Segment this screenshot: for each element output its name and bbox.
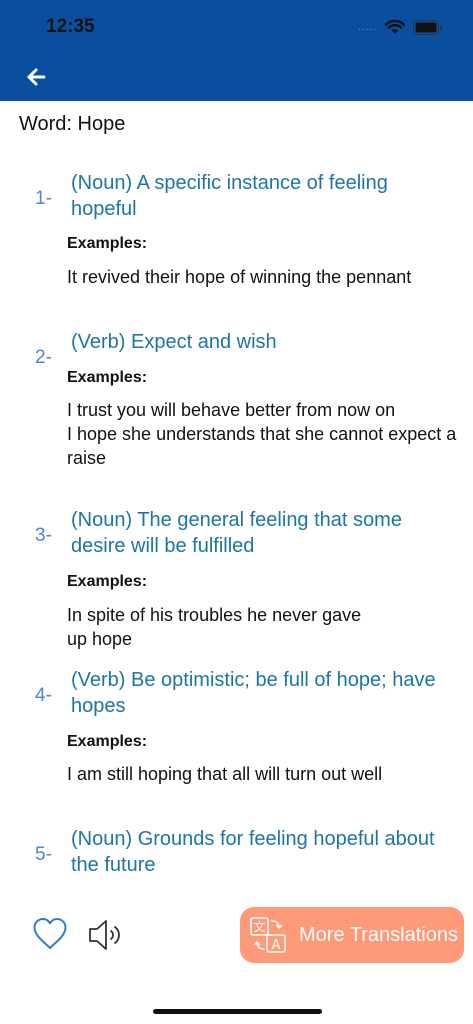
examples-label: Examples: <box>67 235 148 252</box>
speaker-icon[interactable] <box>86 916 126 954</box>
entry-number: 2- <box>35 347 52 368</box>
entry-number: 4- <box>35 685 52 706</box>
status-time: 12:35 <box>46 16 95 37</box>
entry-number: 5- <box>35 844 52 865</box>
more-translations-label: More Translations <box>299 923 458 946</box>
wifi-icon <box>385 19 405 34</box>
heart-icon[interactable] <box>31 915 69 953</box>
examples-label: Examples: <box>67 733 148 750</box>
home-indicator <box>153 1009 322 1014</box>
word-title: Word: Hope <box>19 113 126 135</box>
svg-text:文: 文 <box>253 919 265 934</box>
entry-number: 3- <box>35 525 52 546</box>
translate-icon: 文 A <box>250 917 286 953</box>
examples-label: Examples: <box>67 573 148 590</box>
entry-definition: (Noun) Grounds for feeling hopeful about… <box>71 828 435 876</box>
signal-icon: ..... <box>358 21 377 33</box>
more-translations-button[interactable]: 文 A More Translations <box>240 907 464 963</box>
entry-definition: (Noun) The general feeling that some des… <box>71 509 402 557</box>
entry-definition: (Verb) Expect and wish <box>71 331 277 353</box>
entry-examples: In spite of his troubles he never gave u… <box>67 605 362 649</box>
entry-examples: I trust you will behave better from now … <box>67 400 457 468</box>
svg-text:A: A <box>272 938 281 953</box>
entry-examples: I am still hoping that all will turn out… <box>67 764 383 784</box>
examples-label: Examples: <box>67 369 148 386</box>
status-icons: ..... <box>358 17 443 37</box>
navigation-bar: 12:35 ..... <box>0 0 473 101</box>
entry-examples: It revived their hope of winning the pen… <box>67 267 412 287</box>
entry-definition: (Verb) Be optimistic; be full of hope; h… <box>71 669 436 717</box>
entry-definition: (Noun) A specific instance of feeling ho… <box>71 172 388 220</box>
battery-icon <box>413 19 442 35</box>
entry-number: 1- <box>35 188 52 209</box>
back-arrow-icon[interactable] <box>22 62 52 92</box>
